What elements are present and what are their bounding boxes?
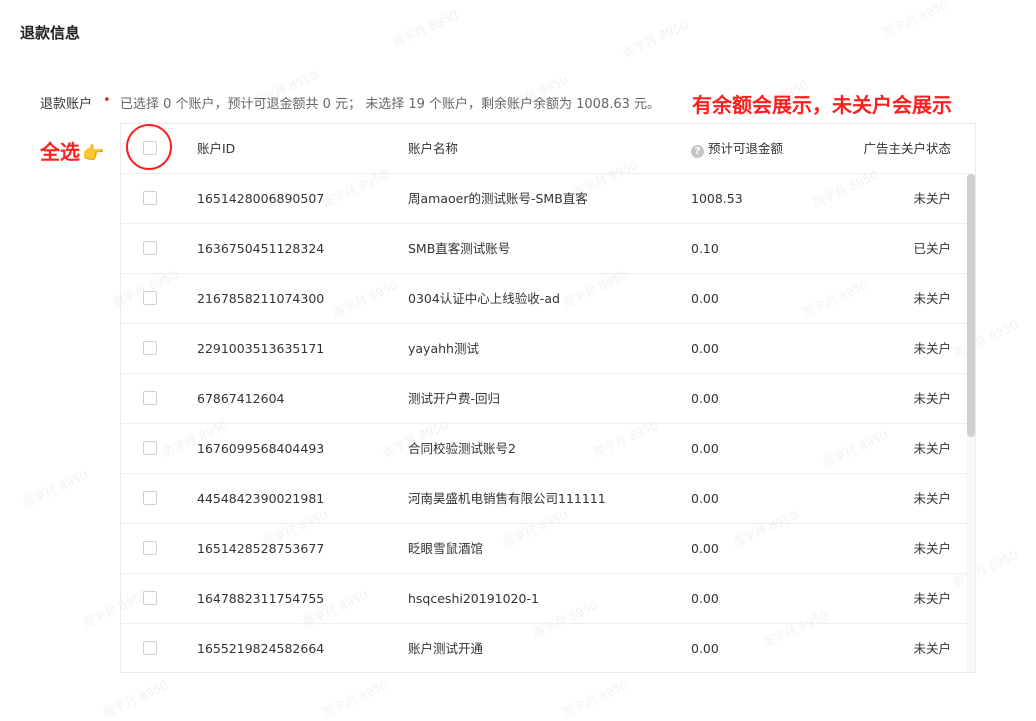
row-checkbox[interactable]: [143, 641, 157, 655]
scrollbar-thumb[interactable]: [967, 174, 975, 437]
required-mark: •: [103, 93, 111, 108]
account-id: 1651428528753677: [197, 541, 325, 556]
account-name: 河南昊盛机电销售有限公司111111: [408, 491, 606, 506]
account-name: 0304认证中心上线验收-ad: [408, 291, 560, 306]
account-name: 眨眼雪鼠酒馆: [408, 541, 484, 556]
estimated-refund: 0.00: [691, 541, 719, 556]
row-checkbox[interactable]: [143, 541, 157, 555]
account-status: 未关户: [913, 491, 951, 506]
select-all-cell: [143, 124, 159, 174]
account-status: 未关户: [913, 541, 951, 556]
row-checkbox[interactable]: [143, 391, 157, 405]
estimated-refund: 0.00: [691, 291, 719, 306]
watermark-text: 周宇月 8950: [880, 0, 951, 41]
estimated-refund: 1008.53: [691, 191, 743, 206]
account-status: 未关户: [913, 341, 951, 356]
estimated-refund: 0.00: [691, 641, 719, 656]
account-status: 未关户: [913, 191, 951, 206]
row-select-cell: [143, 624, 159, 672]
row-checkbox[interactable]: [143, 241, 157, 255]
account-status: 未关户: [913, 291, 951, 306]
table-header-row: 账户ID 账户名称 ? 预计可退金额 广告主关户状态: [121, 124, 969, 174]
table-row[interactable]: 1651428528753677 眨眼雪鼠酒馆 0.00 未关户: [121, 524, 969, 574]
column-header-estimated-refund-label: 预计可退金额: [708, 141, 784, 156]
watermark-text: 周宇月 8950: [560, 677, 631, 721]
annotation-note: 有余额会展示，未关户会展示: [692, 93, 952, 117]
refund-accounts-label: 退款账户: [40, 97, 93, 112]
refund-accounts-table: 账户ID 账户名称 ? 预计可退金额 广告主关户状态 16514280068905…: [120, 123, 976, 673]
estimated-refund: 0.00: [691, 491, 719, 506]
watermark-text: 周宇月 8950: [100, 677, 171, 721]
account-name: 测试开户费-回归: [408, 391, 501, 406]
account-name: SMB直客测试账号: [408, 241, 511, 256]
row-checkbox[interactable]: [143, 191, 157, 205]
account-id: 1647882311754755: [197, 591, 325, 606]
account-status: 未关户: [913, 441, 951, 456]
annotation-select-all-text: 全选: [40, 140, 80, 164]
table-row[interactable]: 67867412604 测试开户费-回归 0.00 未关户: [121, 374, 969, 424]
account-id: 1651428006890507: [197, 191, 325, 206]
account-id: 1636750451128324: [197, 241, 325, 256]
estimated-refund: 0.00: [691, 441, 719, 456]
row-checkbox[interactable]: [143, 341, 157, 355]
column-header-account-name: 账户名称: [408, 141, 459, 156]
table-row[interactable]: 1676099568404493 合同校验测试账号2 0.00 未关户: [121, 424, 969, 474]
account-name: 账户测试开通: [408, 641, 484, 656]
row-checkbox[interactable]: [143, 291, 157, 305]
account-status: 未关户: [913, 591, 951, 606]
estimated-refund: 0.10: [691, 241, 719, 256]
table-row[interactable]: 2167858211074300 0304认证中心上线验收-ad 0.00 未关户: [121, 274, 969, 324]
account-id: 67867412604: [197, 391, 285, 406]
select-all-checkbox[interactable]: [143, 141, 157, 155]
account-status: 已关户: [913, 241, 951, 256]
table-row[interactable]: 2291003513635171 yayahh测试 0.00 未关户: [121, 324, 969, 374]
table-row[interactable]: 1636750451128324 SMB直客测试账号 0.10 已关户: [121, 224, 969, 274]
help-icon[interactable]: ?: [691, 145, 704, 158]
table-row[interactable]: 1651428006890507 周amaoer的测试账号-SMB直客 1008.5…: [121, 174, 969, 224]
column-header-account-id: 账户ID: [197, 141, 236, 156]
account-id: 4454842390021981: [197, 491, 325, 506]
column-header-estimated-refund: ? 预计可退金额: [691, 124, 783, 174]
selection-summary: 已选择 0 个账户，预计可退金额共 0 元； 未选择 19 个账户，剩余账户余额…: [120, 97, 661, 112]
estimated-refund: 0.00: [691, 341, 719, 356]
account-id: 1655219824582664: [197, 641, 325, 656]
account-status: 未关户: [913, 641, 951, 656]
pointing-hand-icon: 👉: [82, 143, 105, 164]
account-id: 2167858211074300: [197, 291, 325, 306]
watermark-text: 周宇月 8950: [320, 677, 391, 721]
table-row[interactable]: 4454842390021981 河南昊盛机电销售有限公司111111 0.00 未关…: [121, 474, 969, 524]
row-select-cell: [143, 474, 159, 524]
row-select-cell: [143, 524, 159, 574]
watermark-text: 周宇月 8950: [20, 467, 91, 511]
column-header-status: 广告主关户状态: [863, 141, 951, 156]
table-row[interactable]: 1647882311754755 hsqceshi20191020-1 0.00 未关…: [121, 574, 969, 624]
row-select-cell: [143, 374, 159, 424]
row-select-cell: [143, 574, 159, 624]
account-name: 合同校验测试账号2: [408, 441, 516, 456]
account-id: 1676099568404493: [197, 441, 325, 456]
row-checkbox[interactable]: [143, 441, 157, 455]
table-row[interactable]: 1655219824582664 账户测试开通 0.00 未关户: [121, 624, 969, 672]
annotation-select-all: 全选 👉: [40, 136, 104, 165]
row-select-cell: [143, 324, 159, 374]
estimated-refund: 0.00: [691, 391, 719, 406]
account-status: 未关户: [913, 391, 951, 406]
row-select-cell: [143, 274, 159, 324]
account-id: 2291003513635171: [197, 341, 325, 356]
row-select-cell: [143, 224, 159, 274]
row-select-cell: [143, 424, 159, 474]
estimated-refund: 0.00: [691, 591, 719, 606]
row-select-cell: [143, 174, 159, 224]
account-name: hsqceshi20191020-1: [408, 591, 539, 606]
row-checkbox[interactable]: [143, 591, 157, 605]
section-title: 退款信息: [20, 24, 81, 42]
watermark-text: 周宇月 8950: [390, 7, 461, 51]
row-checkbox[interactable]: [143, 491, 157, 505]
account-name: 周amaoer的测试账号-SMB直客: [408, 191, 588, 206]
watermark-text: 周宇月 8950: [620, 17, 691, 61]
account-name: yayahh测试: [408, 341, 479, 356]
